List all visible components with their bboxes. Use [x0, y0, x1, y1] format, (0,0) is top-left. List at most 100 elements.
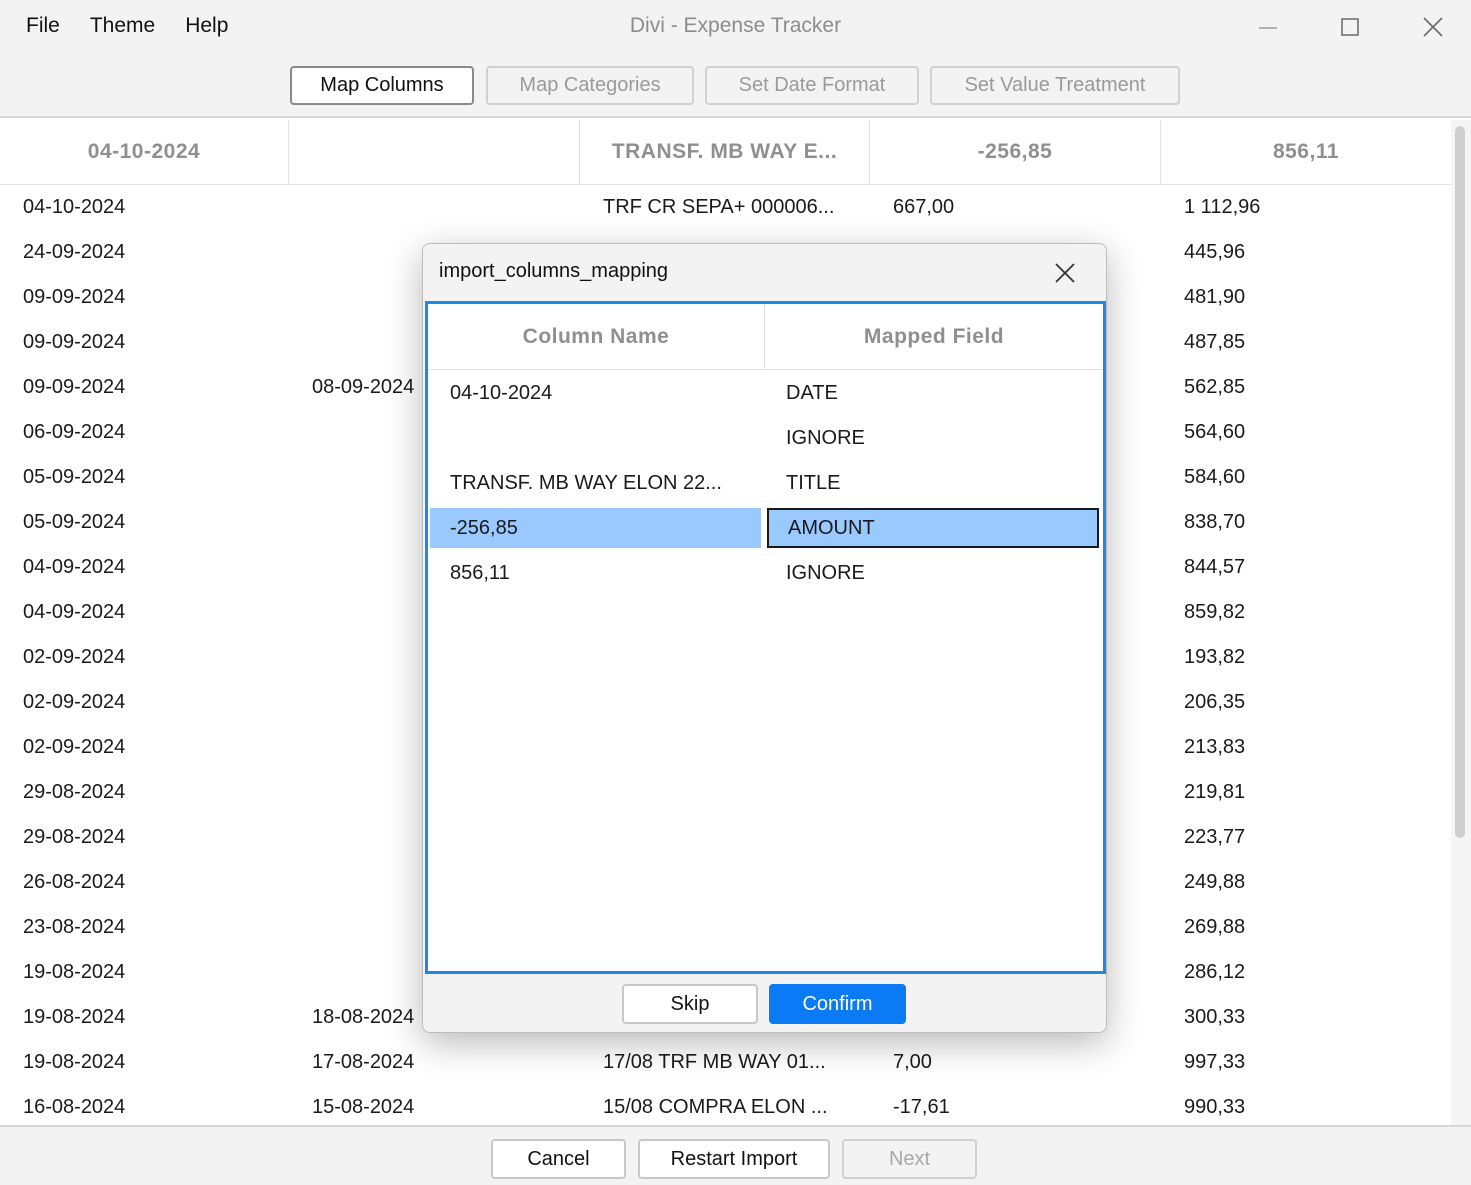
- mapping-row[interactable]: -256,85 AMOUNT: [428, 508, 1103, 548]
- column-name-cell: -256,85: [430, 508, 761, 548]
- column-name-cell: 856,11: [450, 562, 510, 584]
- tab-map-columns[interactable]: Map Columns: [290, 66, 474, 105]
- table-cell: 19-08-2024: [23, 961, 126, 983]
- mapped-field-select[interactable]: IGNORE: [767, 418, 1099, 458]
- dialog-title: import_columns_mapping: [439, 260, 669, 282]
- mapped-field-select[interactable]: DATE: [767, 373, 1099, 413]
- column-header[interactable]: -256,85: [870, 120, 1161, 184]
- table-cell: 19-08-2024: [23, 1051, 126, 1073]
- table-cell: 02-09-2024: [23, 691, 126, 713]
- table-cell: 584,60: [1184, 466, 1246, 488]
- table-cell: -17,61: [893, 1096, 950, 1118]
- window-close-button[interactable]: [1416, 10, 1450, 44]
- table-cell: 286,12: [1184, 961, 1246, 983]
- table-cell: 09-09-2024: [23, 286, 126, 308]
- next-button[interactable]: Next: [842, 1139, 977, 1179]
- table-cell: 23-08-2024: [23, 916, 126, 938]
- maximize-button[interactable]: [1333, 10, 1367, 44]
- top-bar: File Theme Help Divi - Expense Tracker M…: [0, 0, 1471, 118]
- table-cell: 05-09-2024: [23, 511, 126, 533]
- table-cell: 17/08 TRF MB WAY 01...: [603, 1051, 826, 1073]
- table-cell: 24-09-2024: [23, 241, 126, 263]
- table-cell: 219,81: [1184, 781, 1246, 803]
- tab-set-date-format[interactable]: Set Date Format: [705, 66, 919, 105]
- table-cell: 481,90: [1184, 286, 1246, 308]
- tab-map-categories[interactable]: Map Categories: [486, 66, 694, 105]
- column-name-header[interactable]: Column Name: [428, 304, 765, 369]
- table-cell: 844,57: [1184, 556, 1246, 578]
- table-cell: 990,33: [1184, 1096, 1246, 1118]
- table-cell: 09-09-2024: [23, 376, 126, 398]
- table-cell: 15/08 COMPRA ELON ...: [603, 1096, 828, 1118]
- table-cell: 300,33: [1184, 1006, 1246, 1028]
- table-cell: 269,88: [1184, 916, 1246, 938]
- table-cell: 1 112,96: [1184, 196, 1261, 218]
- table-cell: 04-10-2024: [23, 196, 126, 218]
- table-cell: 05-09-2024: [23, 466, 126, 488]
- table-cell: 487,85: [1184, 331, 1246, 353]
- table-row[interactable]: 19-08-2024 17-08-2024 17/08 TRF MB WAY 01.…: [0, 1040, 1451, 1085]
- mapping-row[interactable]: IGNORE: [428, 418, 1103, 458]
- table-cell: 667,00: [893, 196, 955, 218]
- mapping-row[interactable]: 04-10-2024 DATE: [428, 373, 1103, 413]
- table-cell: 06-09-2024: [23, 421, 126, 443]
- table-cell: 213,83: [1184, 736, 1246, 758]
- table-row[interactable]: 04-10-2024 TRF CR SEPA+ 000006... 667,00 1 …: [0, 185, 1451, 230]
- table-cell: 223,77: [1184, 826, 1246, 848]
- table-cell: 29-08-2024: [23, 781, 126, 803]
- table-cell: 859,82: [1184, 601, 1246, 623]
- mapped-field-header[interactable]: Mapped Field: [765, 304, 1103, 369]
- mapped-field-select[interactable]: TITLE: [767, 463, 1099, 503]
- table-cell: 7,00: [893, 1051, 932, 1073]
- table-cell: 09-09-2024: [23, 331, 126, 353]
- close-icon: [1055, 263, 1075, 283]
- column-header[interactable]: 04-10-2024: [0, 120, 289, 184]
- minimize-icon: [1259, 27, 1277, 29]
- table-cell: 206,35: [1184, 691, 1246, 713]
- table-cell: 16-08-2024: [23, 1096, 126, 1118]
- column-header[interactable]: 856,11: [1161, 120, 1451, 184]
- table-cell: 02-09-2024: [23, 646, 126, 668]
- table-cell: 26-08-2024: [23, 871, 126, 893]
- table-cell: 562,85: [1184, 376, 1246, 398]
- table-cell: 19-08-2024: [23, 1006, 126, 1028]
- mapping-row[interactable]: 856,11 IGNORE: [428, 553, 1103, 593]
- mapped-field-select[interactable]: IGNORE: [767, 553, 1099, 593]
- table-cell: 564,60: [1184, 421, 1246, 443]
- table-cell: 445,96: [1184, 241, 1246, 263]
- column-mapping-dialog: import_columns_mapping Column Name Mappe…: [422, 243, 1107, 1033]
- minimize-button[interactable]: [1251, 10, 1285, 44]
- maximize-icon: [1341, 18, 1359, 36]
- table-row[interactable]: 16-08-2024 15-08-2024 15/08 COMPRA ELON ..…: [0, 1085, 1451, 1125]
- confirm-button[interactable]: Confirm: [769, 984, 906, 1024]
- table-cell: 838,70: [1184, 511, 1246, 533]
- table-cell: 29-08-2024: [23, 826, 126, 848]
- column-name-cell: [430, 418, 761, 458]
- tab-set-value-treatment[interactable]: Set Value Treatment: [930, 66, 1180, 105]
- column-name-cell: TRANSF. MB WAY ELON 22...: [450, 472, 722, 494]
- mapping-row[interactable]: TRANSF. MB WAY ELON 22... TITLE: [428, 463, 1103, 503]
- table-header: 04-10-2024 TRANSF. MB WAY E... -256,85 8…: [0, 120, 1451, 185]
- skip-button[interactable]: Skip: [622, 984, 758, 1024]
- dialog-close-button[interactable]: [1048, 256, 1082, 290]
- table-cell: 193,82: [1184, 646, 1246, 668]
- cancel-button[interactable]: Cancel: [491, 1139, 626, 1179]
- mapping-table: Column Name Mapped Field 04-10-2024 DATE I…: [425, 301, 1106, 974]
- mapping-table-header: Column Name Mapped Field: [428, 304, 1103, 370]
- table-cell: 04-09-2024: [23, 556, 126, 578]
- restart-import-button[interactable]: Restart Import: [638, 1139, 830, 1179]
- table-cell: 249,88: [1184, 871, 1246, 893]
- column-header[interactable]: TRANSF. MB WAY E...: [580, 120, 870, 184]
- close-icon: [1423, 17, 1443, 37]
- table-cell: 17-08-2024: [312, 1051, 415, 1073]
- table-cell: TRF CR SEPA+ 000006...: [603, 196, 835, 218]
- table-cell: 997,33: [1184, 1051, 1246, 1073]
- table-cell: 02-09-2024: [23, 736, 126, 758]
- mapped-field-select[interactable]: AMOUNT: [767, 508, 1099, 548]
- column-header[interactable]: [289, 120, 580, 184]
- import-steps: Map Columns Map Categories Set Date Form…: [0, 66, 1471, 106]
- scrollbar-thumb[interactable]: [1455, 126, 1465, 838]
- table-cell: 15-08-2024: [312, 1096, 415, 1118]
- table-cell: 04-09-2024: [23, 601, 126, 623]
- table-cell: [312, 185, 572, 230]
